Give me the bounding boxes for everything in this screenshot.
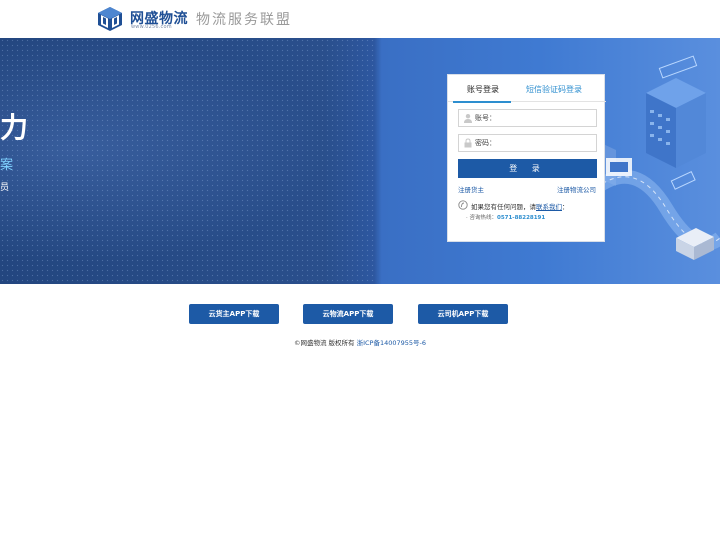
icp-link[interactable]: 浙ICP备14007955号-6 xyxy=(357,339,426,347)
download-driver-app-button[interactable]: 云司机APP下载 xyxy=(418,304,508,324)
hotline-label: · 咨询热线： xyxy=(466,215,497,221)
tab-sms-login[interactable]: 短信验证码登录 xyxy=(526,84,582,95)
download-logistics-app-button[interactable]: 云物流APP下载 xyxy=(303,304,393,324)
login-panel: 账号登录 短信验证码登录 登 录 注册货主 注册物流公司 如果您有任何问题，请联… xyxy=(447,74,606,242)
hotline: · 咨询热线：0571-88228191 xyxy=(466,213,545,221)
password-field[interactable] xyxy=(458,134,597,152)
hero-banner: 力 案 员 xyxy=(0,38,720,284)
help-headset-icon xyxy=(458,200,468,210)
banner-headline: 力 xyxy=(0,111,29,144)
help-suffix: ： xyxy=(562,203,569,211)
tab-account-login[interactable]: 账号登录 xyxy=(467,84,499,95)
login-button[interactable]: 登 录 xyxy=(458,159,597,178)
username-input[interactable] xyxy=(475,111,593,125)
box-logo-icon[interactable] xyxy=(97,6,123,32)
user-icon xyxy=(464,114,472,123)
download-owner-app-button[interactable]: 云货主APP下载 xyxy=(189,304,279,324)
contact-us-link[interactable]: 联系我们 xyxy=(536,203,562,211)
register-company-link[interactable]: 注册物流公司 xyxy=(557,184,596,194)
lock-icon xyxy=(464,138,472,148)
brand-domain: www.0256.com xyxy=(131,24,172,30)
help-text: 如果您有任何问题，请联系我们： xyxy=(471,201,569,211)
register-owner-link[interactable]: 注册货主 xyxy=(458,184,484,194)
username-field[interactable] xyxy=(458,109,597,127)
copyright-text: ©网盛物流 版权所有 xyxy=(293,339,357,347)
site-header: 网盛物流 www.0256.com 物流服务联盟 xyxy=(0,0,720,38)
password-input[interactable] xyxy=(475,136,593,150)
site-slogan: 物流服务联盟 xyxy=(196,12,292,28)
banner-subline: 案 xyxy=(0,158,14,173)
logistics-illustration xyxy=(596,55,720,260)
world-map-pattern xyxy=(0,38,374,284)
login-tabs: 账号登录 短信验证码登录 xyxy=(448,75,606,103)
hotline-number: 0571-88228191 xyxy=(497,215,546,221)
banner-tagline: 员 xyxy=(0,183,10,193)
active-tab-indicator xyxy=(453,101,511,103)
help-prefix: 如果您有任何问题，请 xyxy=(471,203,536,211)
page-footer: ©网盛物流 版权所有 浙ICP备14007955号-6 xyxy=(0,337,720,347)
